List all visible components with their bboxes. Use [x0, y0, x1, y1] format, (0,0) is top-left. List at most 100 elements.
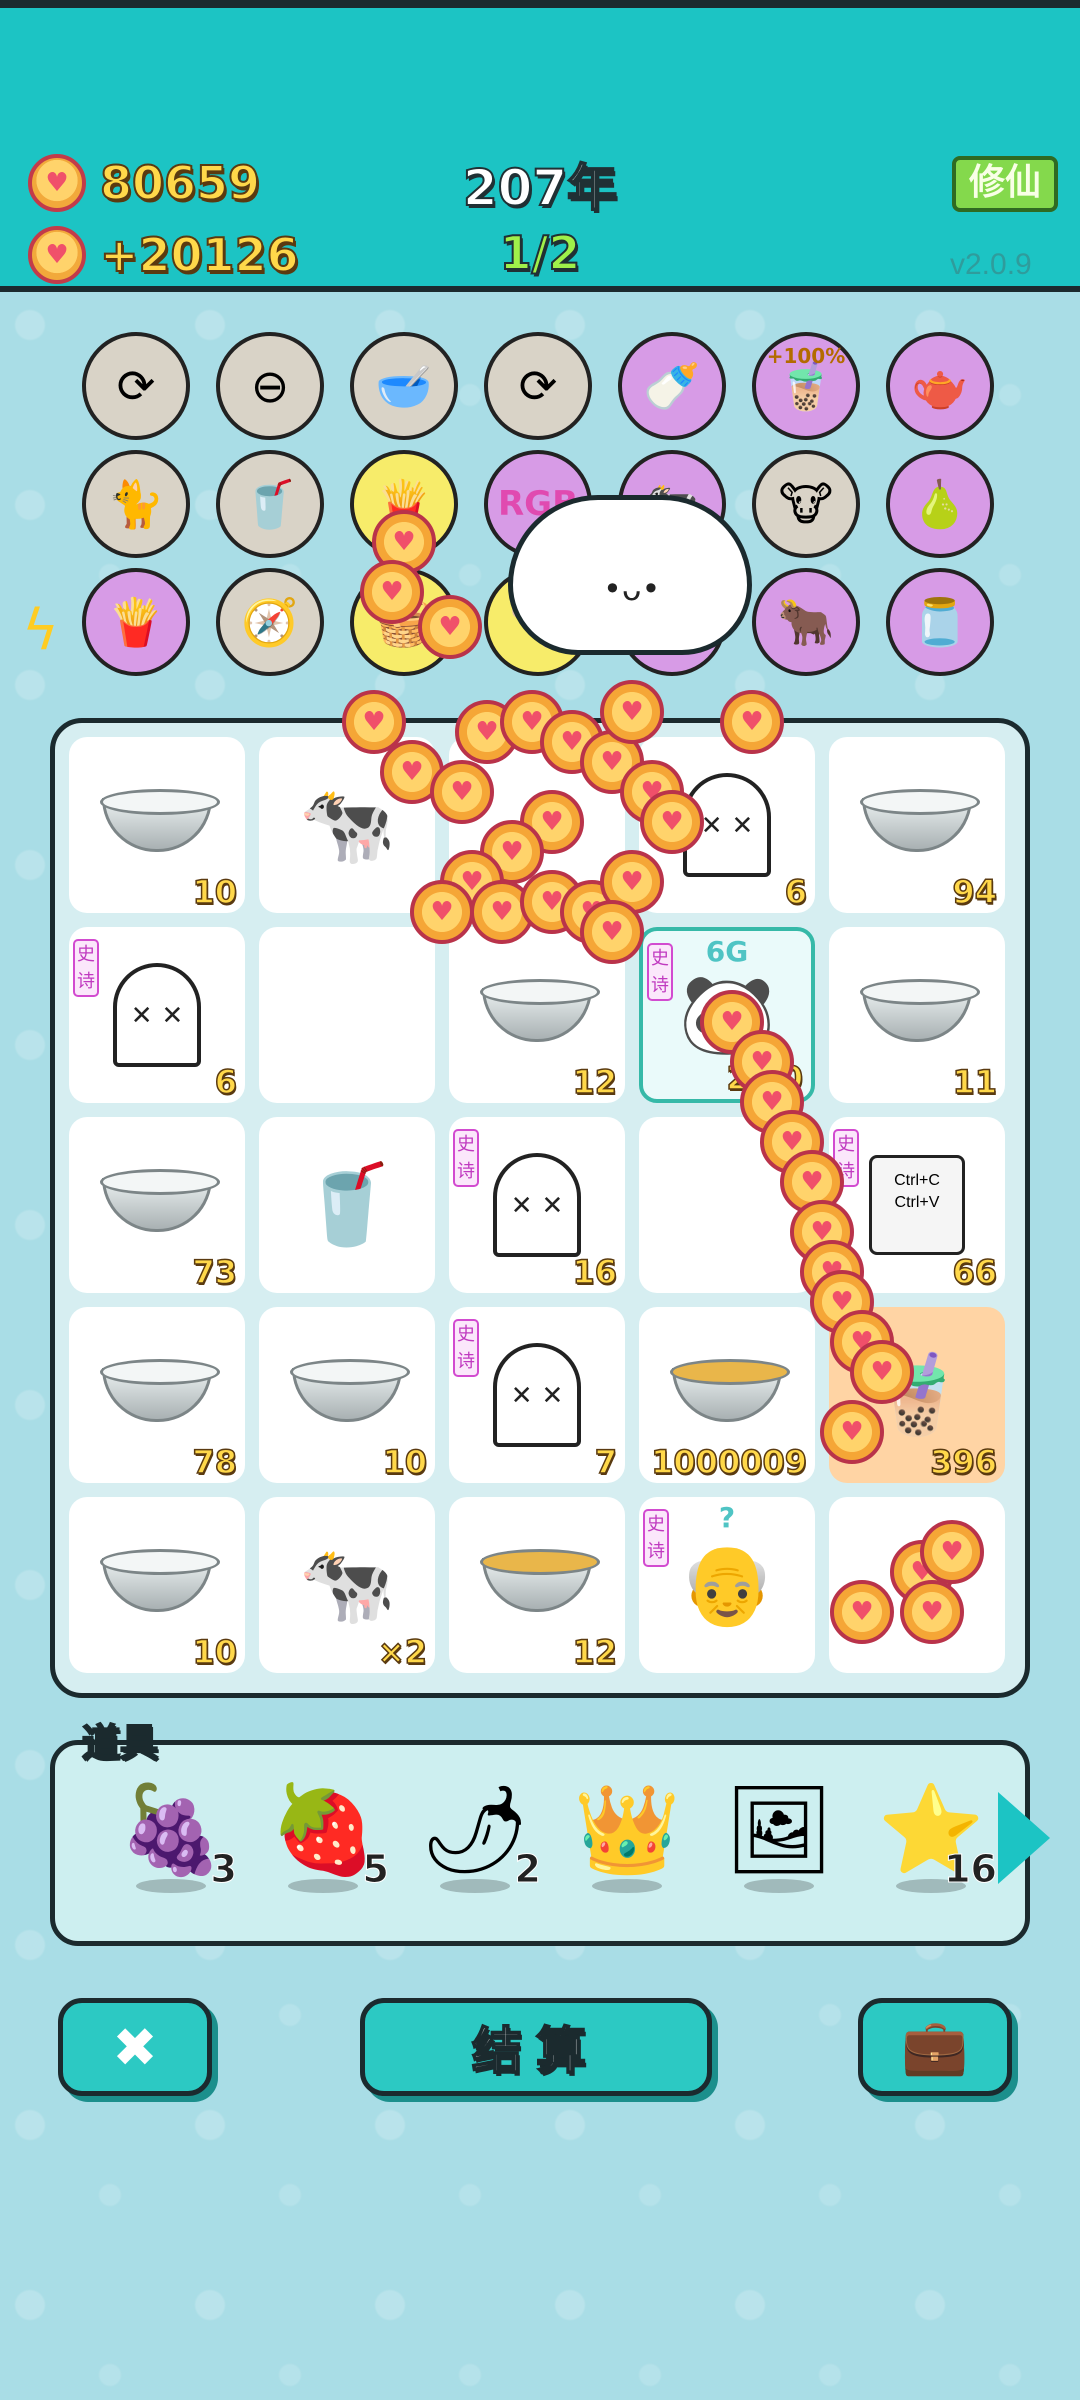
board-cell[interactable]: 12 — [449, 1497, 625, 1673]
skill-glyph: 🍐 — [911, 477, 969, 531]
props-panel: 🍇 3 🍓 5 🌶 2 👑 🖼 ⭐ 16 — [50, 1740, 1030, 1946]
coin-icon: ♥ — [720, 690, 784, 754]
board-cell[interactable]: 94 — [829, 737, 1005, 913]
bayberry-icon[interactable]: 🍇 3 — [111, 1787, 238, 1917]
coin-counter: ♥ 80659 — [28, 154, 261, 212]
jar-icon[interactable]: 🫙 — [886, 568, 994, 676]
cell-count: 66 — [952, 1252, 998, 1292]
compass-icon[interactable]: 🧭 — [216, 568, 324, 676]
crown-icon[interactable]: 👑 — [567, 1787, 687, 1917]
coin-amount: 80659 — [99, 155, 261, 211]
skill-glyph: 🐮 — [778, 477, 834, 531]
bowl-icon — [290, 1359, 410, 1422]
skill-glyph: 🥣 — [375, 359, 433, 413]
cloud-face-icon: •ᴗ• — [603, 570, 661, 608]
cell-count: 12 — [572, 1632, 618, 1672]
top-bar: ♥ 80659 ♥ +20126 207年 1/2 修仙 v2.0.9 — [0, 0, 1080, 292]
cell-count: 10 — [192, 1632, 238, 1672]
xiuxian-button[interactable]: 修仙 — [952, 156, 1058, 212]
board-cell[interactable]: ✕ ✕ 史诗 6 — [69, 927, 245, 1103]
strawberry-icon[interactable]: 🍓 5 — [263, 1787, 390, 1917]
bowl-icon — [100, 789, 220, 852]
board-cell[interactable] — [259, 927, 435, 1103]
frame-icon[interactable]: 🖼 — [719, 1787, 839, 1917]
skill-glyph: ⟳ — [518, 359, 558, 413]
board-cell[interactable]: ✕ ✕ 史诗 7 — [449, 1307, 625, 1483]
exit-button[interactable]: ✖ — [58, 1998, 212, 2096]
board-cell[interactable]: 10 — [259, 1307, 435, 1483]
version-label: v2.0.9 — [950, 248, 1032, 281]
settle-label: 结算 — [471, 2021, 600, 2081]
board-cell[interactable]: 10 — [69, 737, 245, 913]
cell-count: 6 — [784, 872, 808, 912]
bowl-icon — [860, 979, 980, 1042]
cow-icon: 🐄 — [298, 780, 396, 870]
cow-card-icon[interactable]: 🐂 — [752, 568, 860, 676]
gravy-boat-icon[interactable]: 🫖 — [886, 332, 994, 440]
board-cell[interactable]: 🥤 — [259, 1117, 435, 1293]
board-cell[interactable]: 78 — [69, 1307, 245, 1483]
ghost-icon: ✕ ✕ — [113, 963, 201, 1067]
prop-shadow — [440, 1879, 510, 1893]
board-cell[interactable]: 73 — [69, 1117, 245, 1293]
cell-count: 6 — [214, 1062, 238, 1102]
boost-100-icon[interactable]: 🧋 +100% — [752, 332, 860, 440]
settle-button[interactable]: 结算 — [360, 1998, 712, 2096]
ghost-icon: ✕ ✕ — [493, 1153, 581, 1257]
skill-glyph: ⟳ — [116, 359, 156, 413]
cup-icon[interactable]: 🥤 — [216, 450, 324, 558]
refresh-icon[interactable]: ⟳ — [484, 332, 592, 440]
rarity-tag: 史诗 — [453, 1319, 479, 1377]
board-cell[interactable]: 🐄 ×2 — [259, 1497, 435, 1673]
cell-count: 11 — [952, 1062, 998, 1102]
skill-glyph: 🧋 — [777, 359, 835, 413]
no-entry-icon[interactable]: ⊖ — [216, 332, 324, 440]
twin-cows-icon[interactable]: 🐮 — [752, 450, 860, 558]
prop-shadow — [744, 1879, 814, 1893]
next-arrow-icon[interactable] — [998, 1792, 1050, 1884]
props-title: 道具 — [81, 1720, 159, 1766]
cell-count: 10 — [382, 1442, 428, 1482]
board-cell[interactable]: ✕ ✕ 史诗 16 — [449, 1117, 625, 1293]
refresh-icon[interactable]: ⟳ — [82, 332, 190, 440]
cell-count: 1000009 — [650, 1442, 807, 1482]
prop-count: 16 — [944, 1847, 998, 1892]
coin-icon: ♥ — [360, 560, 424, 624]
board-cell[interactable]: 10 — [69, 1497, 245, 1673]
star-icon[interactable]: ⭐ 16 — [871, 1787, 997, 1917]
prop-count: 5 — [362, 1847, 389, 1892]
prop-glyph: 🖼 — [724, 1780, 834, 1880]
cow-icon: 🐄 — [298, 1540, 396, 1630]
cat-icon[interactable]: 🐈 — [82, 450, 190, 558]
prop-shadow — [288, 1879, 358, 1893]
skill-glyph: 🥤 — [241, 477, 299, 531]
fries-icon[interactable]: 🍟 — [82, 568, 190, 676]
briefcase-icon: 💼 — [901, 2015, 969, 2078]
cell-count: 73 — [192, 1252, 238, 1292]
coin-icon: ♥ — [430, 760, 494, 824]
coin-icon: ♥ — [600, 680, 664, 744]
bag-button[interactable]: 💼 — [858, 1998, 1012, 2096]
bowl-icon — [860, 789, 980, 852]
coin-icon: ♥ — [820, 1400, 884, 1464]
skill-glyph: 🐈 — [107, 477, 165, 531]
cell-count: 78 — [192, 1442, 238, 1482]
pepper-icon[interactable]: 🌶 2 — [415, 1787, 542, 1917]
board-cell[interactable]: 👴 史诗? — [639, 1497, 815, 1673]
prop-count: 3 — [210, 1847, 237, 1892]
pet-bowl-icon[interactable]: 🥣 — [350, 332, 458, 440]
prop-glyph: 👑 — [573, 1780, 681, 1880]
cell-count: 16 — [572, 1252, 618, 1292]
stage-progress: 1/2 — [499, 225, 582, 281]
coin-icon: ♥ — [640, 790, 704, 854]
pomelo-icon[interactable]: 🍐 — [886, 450, 994, 558]
rarity-tag: 史诗 — [73, 939, 99, 997]
prop-shadow — [136, 1879, 206, 1893]
ghost-icon: ✕ ✕ — [493, 1343, 581, 1447]
coin-icon: ♥ — [830, 1580, 894, 1644]
income-amount: +20126 — [99, 227, 300, 283]
board-cell[interactable]: 11 — [829, 927, 1005, 1103]
milk-bottle-icon[interactable]: 🍼 — [618, 332, 726, 440]
cell-count: 10 — [192, 872, 238, 912]
board-cell[interactable]: 1000009 — [639, 1307, 815, 1483]
